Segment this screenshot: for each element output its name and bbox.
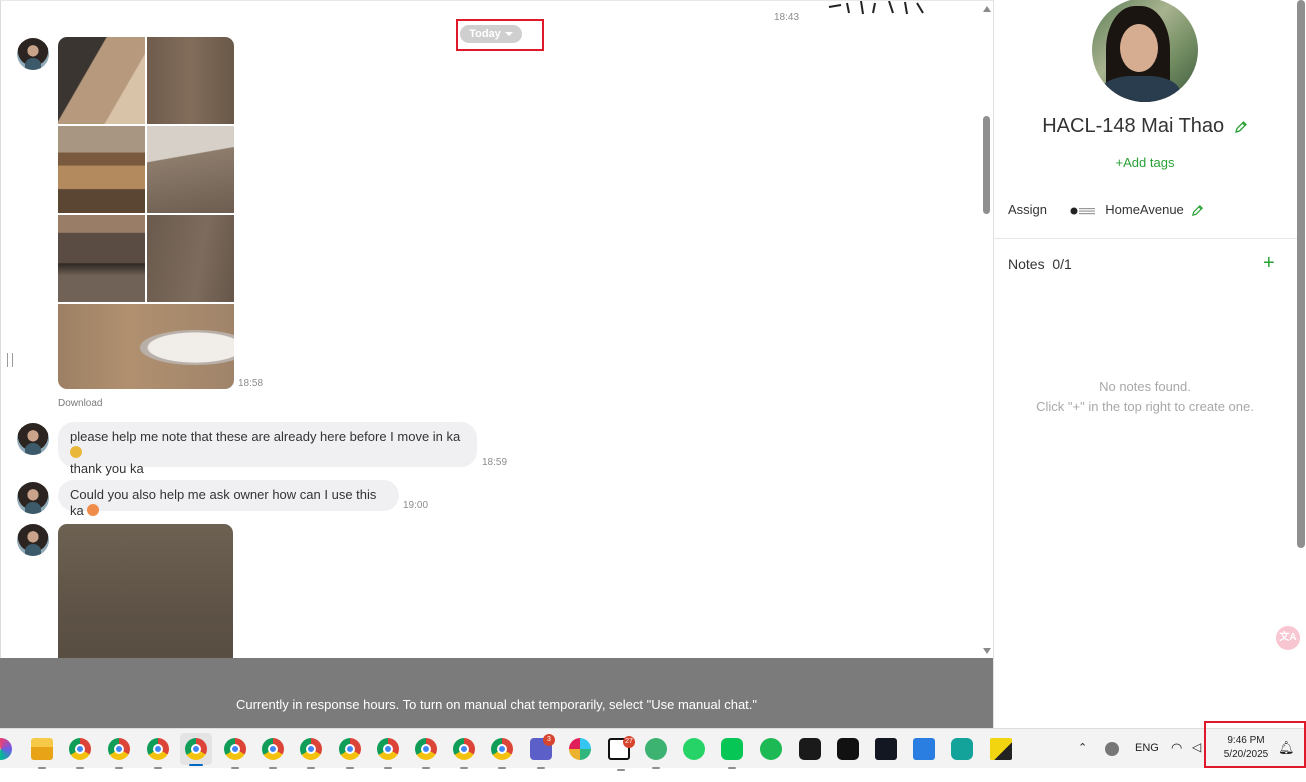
- tradingview-icon[interactable]: [875, 738, 897, 760]
- photo-thumbnail[interactable]: [58, 126, 145, 213]
- chat-area: 18:43 Today 18:58 Download please help m…: [0, 0, 993, 658]
- app-icon[interactable]: [799, 738, 821, 760]
- add-tags-button[interactable]: +Add tags: [994, 155, 1296, 170]
- notes-label: Notes: [1008, 256, 1045, 272]
- message-time: 19:00: [403, 500, 429, 511]
- app-icon[interactable]: [951, 738, 973, 760]
- capcut-icon[interactable]: [837, 738, 859, 760]
- scroll-thumb[interactable]: [983, 116, 990, 214]
- avatar[interactable]: [17, 482, 49, 514]
- empty-notes-message: No notes found. Click "+" in the top rig…: [994, 377, 1296, 417]
- chrome-profile-icon[interactable]: [224, 738, 246, 769]
- resize-handle[interactable]: [7, 353, 13, 367]
- wifi-icon[interactable]: ◠: [1171, 740, 1182, 780]
- chrome-profile-icon[interactable]: [377, 738, 399, 769]
- panel-scroll-thumb[interactable]: [1297, 0, 1305, 548]
- teams-badge: 3: [543, 734, 555, 746]
- message-text: Could you also help me ask owner how can…: [70, 487, 377, 518]
- assign-label: Assign: [1008, 202, 1048, 217]
- notion-icon[interactable]: 27: [608, 736, 635, 771]
- notes-count: 0/1: [1052, 256, 1072, 272]
- highlight-box: [1204, 721, 1306, 768]
- notes-header: Notes 0/1: [1008, 256, 1072, 272]
- photo-thumbnail[interactable]: [147, 37, 234, 124]
- add-tags-label: Add tags: [1123, 155, 1175, 170]
- contact-name: HACL-148 Mai Thao: [1042, 115, 1225, 137]
- teams-icon[interactable]: 3: [530, 734, 555, 769]
- chrome-profile-icon[interactable]: [185, 738, 207, 760]
- chrome-profile-icon[interactable]: [339, 738, 361, 769]
- team-logo-icon: [1070, 207, 1095, 215]
- chrome-profile-icon[interactable]: [491, 738, 513, 769]
- photo-thumbnail[interactable]: [147, 215, 234, 302]
- plus-icon: +: [1115, 155, 1124, 170]
- avatar[interactable]: [17, 423, 49, 455]
- assignee-name[interactable]: HomeAvenue: [1105, 202, 1184, 217]
- response-hours-banner: Currently in response hours. To turn on …: [0, 658, 993, 728]
- file-explorer-icon[interactable]: [31, 738, 53, 769]
- edit-pencil-icon[interactable]: [1191, 204, 1204, 217]
- copilot-icon[interactable]: [0, 738, 12, 760]
- empty-notes-line: No notes found.: [1099, 379, 1191, 394]
- sad-face-emoji-icon: [87, 504, 100, 516]
- message-time: 18:43: [774, 12, 800, 23]
- scroll-up-arrow-icon[interactable]: [983, 6, 991, 12]
- chevron-up-icon[interactable]: ⌃: [1078, 741, 1087, 781]
- divider: [994, 238, 1297, 239]
- photo-thumbnail[interactable]: [58, 215, 145, 302]
- photo-thumbnail[interactable]: [58, 304, 234, 389]
- assign-row: Assign HomeAvenue: [1008, 202, 1204, 217]
- spotify-icon[interactable]: [760, 738, 782, 760]
- line-icon[interactable]: [721, 738, 743, 769]
- banner-text: Currently in response hours. To turn on …: [235, 697, 758, 712]
- profile-photo[interactable]: [1092, 0, 1198, 102]
- photo-grid[interactable]: [58, 37, 234, 389]
- photo-message[interactable]: [58, 524, 233, 658]
- message-time: 18:58: [238, 378, 264, 389]
- person-praying-emoji-icon: [70, 446, 82, 458]
- chrome-profile-icon[interactable]: [262, 738, 284, 769]
- partial-image-edge: [828, 1, 924, 15]
- whatsapp-icon[interactable]: [683, 738, 705, 760]
- language-indicator[interactable]: ENG: [1135, 742, 1159, 782]
- wechat-icon[interactable]: [645, 738, 667, 769]
- todo-check-icon[interactable]: [913, 738, 935, 760]
- chrome-profile-icon[interactable]: [415, 738, 437, 769]
- avatar[interactable]: [17, 524, 49, 556]
- empty-notes-hint: Click "+" in the top right to create one…: [1036, 399, 1254, 414]
- message-text: please help me note that these are alrea…: [70, 429, 461, 444]
- photo-thumbnail[interactable]: [147, 126, 234, 213]
- active-indicator: [189, 764, 203, 766]
- notion-badge: 27: [623, 736, 635, 748]
- volume-icon[interactable]: ◁: [1192, 740, 1201, 780]
- chrome-profile-icon[interactable]: [453, 738, 475, 769]
- translate-icon[interactable]: 文A: [1276, 626, 1300, 650]
- scroll-down-arrow-icon[interactable]: [983, 648, 991, 654]
- add-note-plus-icon[interactable]: +: [1263, 252, 1275, 275]
- chrome-profile-icon[interactable]: [300, 738, 322, 769]
- download-link[interactable]: Download: [58, 398, 102, 409]
- sticky-notes-icon[interactable]: [990, 738, 1012, 760]
- slack-icon[interactable]: [569, 738, 591, 760]
- avatar[interactable]: [17, 38, 49, 70]
- taskbar: 3 27 ⌃ ENG ◠ ◁ 9:46 PM 5/20/2025 🔔︎: [0, 728, 1306, 771]
- edit-pencil-icon[interactable]: [1234, 120, 1248, 134]
- profile-panel: HACL-148 Mai Thao +Add tags Assign HomeA…: [993, 0, 1306, 728]
- chrome-icon[interactable]: [69, 738, 91, 769]
- chrome-profile-icon[interactable]: [147, 738, 169, 769]
- photo-thumbnail[interactable]: [58, 37, 145, 124]
- onedrive-status-icon[interactable]: [1105, 742, 1119, 756]
- message-bubble: Could you also help me ask owner how can…: [58, 480, 399, 518]
- chrome-profile-icon[interactable]: [108, 738, 130, 769]
- contact-name-row: HACL-148 Mai Thao: [994, 115, 1296, 138]
- message-time: 18:59: [482, 457, 508, 468]
- message-bubble: please help me note that these are alrea…: [58, 422, 477, 476]
- chat-scrollbar[interactable]: [979, 1, 993, 658]
- highlight-box: [456, 19, 544, 51]
- message-text: thank you ka: [70, 461, 144, 476]
